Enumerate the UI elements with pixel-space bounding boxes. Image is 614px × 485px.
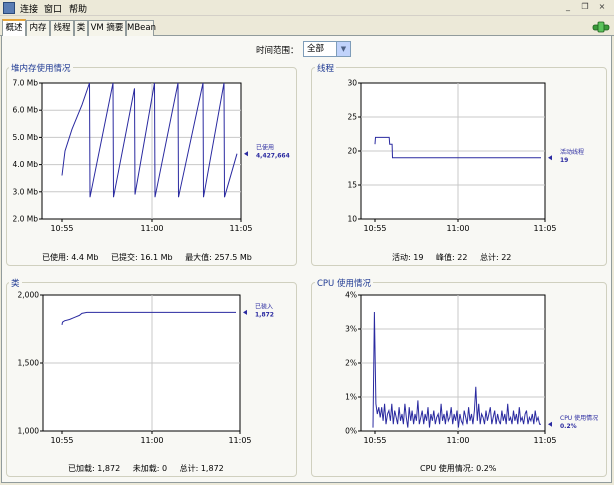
charts-layer: 7.0 Mb 6.0 Mb 5.0 Mb 4.0 Mb 3.0 Mb 2.0 Mb 10:5…: [12, 79, 598, 446]
heap-legend-name: 已使用: [256, 144, 274, 152]
threads-x-tick-label: 11:05: [533, 224, 556, 233]
classes-y-tick-label: 1,000: [18, 427, 40, 436]
threads-y-tick-label: 25: [347, 113, 357, 122]
threads-legend-marker: [548, 155, 552, 161]
heap-y-tick-label: 7.0 Mb: [12, 79, 38, 88]
cpu-x-tick-label: 11:00: [446, 436, 469, 445]
heap-x-tick-label: 11:00: [140, 224, 163, 233]
cpu-x-tick-label: 11:05: [533, 436, 556, 445]
threads-y-tick-label: 30: [347, 79, 357, 88]
threads-x-tick-label: 11:00: [446, 224, 469, 233]
cpu-y-tick-label: 0%: [345, 427, 357, 436]
heap-y-tick-label: 3.0 Mb: [12, 187, 38, 196]
heap-legend-value: 4,427,664: [256, 153, 290, 160]
heap-x-tick-label: 10:55: [50, 224, 73, 233]
heap-y-tick-label: 5.0 Mb: [12, 133, 38, 142]
heap-y-tick-label: 2.0 Mb: [12, 215, 38, 224]
heap-y-tick-label: 4.0 Mb: [12, 160, 38, 169]
threads-legend-value: 19: [560, 157, 568, 164]
threads-y-tick-label: 15: [347, 181, 357, 190]
classes-legend-value: 1,872: [255, 311, 274, 318]
classes-y-tick-label: 1,500: [18, 359, 40, 368]
classes-legend-marker: [243, 309, 247, 315]
threads-y-tick-label: 10: [347, 215, 357, 224]
classes-legend-name: 已装入: [255, 302, 273, 310]
cpu-legend-value: 0.2%: [560, 423, 577, 430]
cpu-y-tick-label: 4%: [345, 291, 357, 300]
classes-x-tick-label: 10:55: [50, 436, 73, 445]
classes-x-tick-label: 11:00: [140, 436, 163, 445]
cpu-legend-name: CPU 使用情况: [560, 414, 598, 422]
cpu-y-tick-label: 2%: [345, 359, 357, 368]
cpu-y-tick-label: 1%: [345, 393, 357, 402]
threads-legend-name: 活动线程: [560, 148, 584, 156]
cpu-legend-marker: [548, 421, 552, 427]
classes-x-tick-label: 11:05: [228, 436, 251, 445]
heap-plot-area: [41, 82, 242, 220]
heap-legend-marker: [244, 151, 248, 157]
classes-y-tick-label: 2,000: [18, 291, 40, 300]
threads-x-tick-label: 10:55: [363, 224, 386, 233]
heap-y-tick-label: 6.0 Mb: [12, 106, 38, 115]
cpu-y-tick-label: 3%: [345, 325, 357, 334]
threads-y-tick-label: 20: [347, 147, 357, 156]
cpu-x-tick-label: 10:55: [363, 436, 386, 445]
heap-x-tick-label: 11:05: [229, 224, 252, 233]
